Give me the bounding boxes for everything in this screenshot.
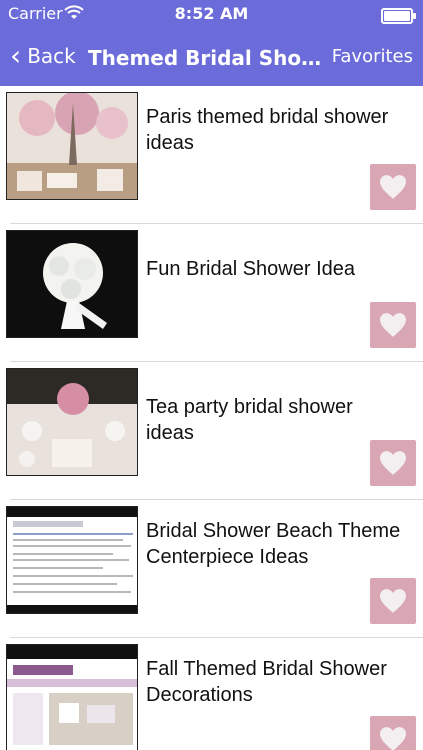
item-title: Fall Themed Bridal Shower Decorations (146, 658, 387, 706)
chevron-left-icon: ‹ (10, 39, 22, 72)
ideas-list: Paris themed bridal shower ideas Fun Bri… (0, 86, 423, 750)
page-title: Themed Bridal Shower Ide... (88, 46, 338, 70)
paris-shower-image (6, 92, 138, 200)
top-bar: Carrier 8:52 AM ‹ Back Themed Bridal Sho… (0, 0, 423, 86)
beach-centerpiece-image (6, 506, 138, 614)
item-title: Bridal Shower Beach Theme Centerpiece Id… (146, 520, 401, 568)
favorites-button[interactable]: Favorites (332, 46, 413, 67)
list-item[interactable]: Fall Themed Bridal Shower Decorations (0, 638, 423, 750)
favorite-button[interactable] (370, 440, 416, 486)
heart-icon (380, 313, 406, 337)
list-item[interactable]: Fun Bridal Shower Idea (0, 224, 423, 362)
heart-icon (380, 451, 406, 475)
battery-icon (381, 8, 416, 24)
clock: 8:52 AM (174, 4, 249, 23)
favormart-image (6, 644, 138, 750)
list-item[interactable]: Bridal Shower Beach Theme Centerpiece Id… (0, 500, 423, 638)
status-bar: Carrier 8:52 AM (0, 0, 423, 28)
favorite-button[interactable] (370, 164, 416, 210)
item-title: Tea party bridal shower ideas (146, 396, 353, 444)
heart-icon (380, 589, 406, 613)
tea-party-image (6, 368, 138, 476)
navigation-bar: ‹ Back Themed Bridal Shower Ide... Favor… (0, 36, 423, 82)
back-button[interactable]: ‹ Back (10, 39, 76, 72)
list-item[interactable]: Paris themed bridal shower ideas (0, 86, 423, 224)
back-label: Back (27, 44, 76, 68)
item-title: Paris themed bridal shower ideas (146, 106, 389, 154)
favorite-button[interactable] (370, 578, 416, 624)
heart-icon (380, 727, 406, 750)
item-title: Fun Bridal Shower Idea (146, 258, 356, 280)
favorite-button[interactable] (370, 302, 416, 348)
heart-icon (380, 175, 406, 199)
bouquet-image (6, 230, 138, 338)
favorite-button[interactable] (370, 716, 416, 750)
list-item[interactable]: Tea party bridal shower ideas (0, 362, 423, 500)
